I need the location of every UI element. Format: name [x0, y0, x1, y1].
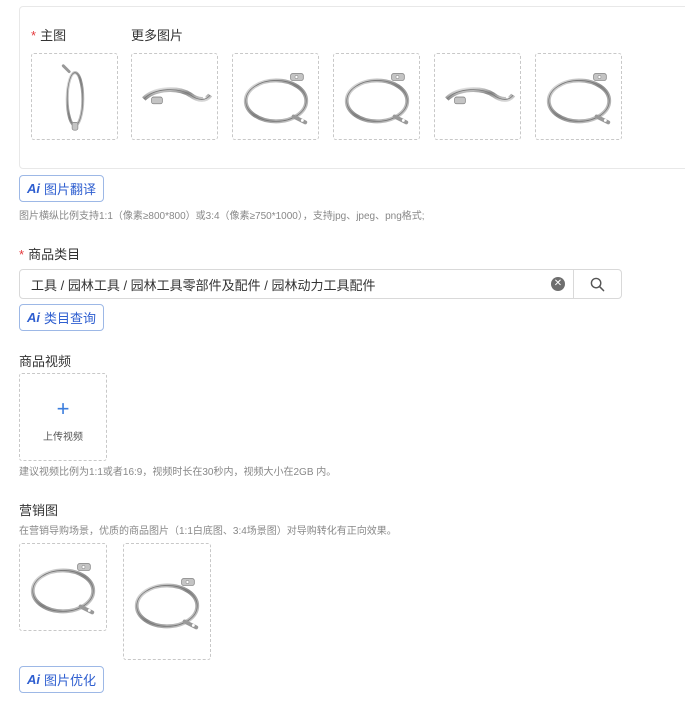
clear-icon[interactable]: ✕ [551, 277, 565, 291]
category-query-button[interactable]: Ai 类目查询 [19, 304, 105, 331]
ai-icon: Ai [27, 672, 40, 687]
ai-icon: Ai [27, 310, 40, 325]
band-clamp-icon [439, 58, 517, 136]
image-hint: 图片横纵比例支持1:1（像素≥800*800）或3:4（像素≥750*1000）… [19, 211, 425, 222]
ring-clamp-icon [128, 563, 206, 641]
more-image-thumb[interactable] [131, 53, 218, 140]
marketing-label: 营销图 [19, 503, 59, 518]
ring-clamp-icon [540, 58, 618, 136]
main-image-thumb[interactable] [31, 53, 118, 140]
more-image-thumb[interactable] [232, 53, 319, 140]
more-image-thumb[interactable] [535, 53, 622, 140]
ring-clamp-icon [24, 548, 102, 626]
search-icon [590, 277, 605, 291]
video-label: 商品视频 [19, 354, 72, 369]
band-clamp-icon [136, 58, 214, 136]
category-value[interactable]: 工具 / 园林工具 / 园林工具零部件及配件 / 园林动力工具配件 [20, 275, 551, 294]
category-label: * 商品类目 [19, 247, 81, 262]
upload-video-label: 上传视频 [43, 431, 83, 443]
more-image-thumb[interactable] [434, 53, 521, 140]
ai-icon: Ai [27, 181, 40, 196]
video-hint: 建议视频比例为1:1或者16:9，视频时长在30秒内，视频大小在2GB 内。 [19, 467, 337, 478]
plus-icon: + [56, 395, 70, 421]
main-image-label: * 主图 [31, 28, 67, 43]
more-image-thumb[interactable] [333, 53, 420, 140]
video-upload-button[interactable]: + 上传视频 [19, 373, 107, 461]
image-translate-button[interactable]: Ai 图片翻译 [19, 175, 105, 202]
category-input[interactable]: 工具 / 园林工具 / 园林工具零部件及配件 / 园林动力工具配件 ✕ [19, 269, 622, 299]
marketing-hint: 在营销导购场景，优质的商品图片（1:1白底图、3:4场景图）对导购转化有正向效果… [19, 526, 397, 537]
ring-clamp-icon [61, 63, 84, 130]
more-images-label: 更多图片 [131, 28, 184, 43]
marketing-portrait-image[interactable] [123, 543, 211, 660]
ring-clamp-icon [237, 58, 315, 136]
marketing-square-image[interactable] [19, 543, 107, 631]
ring-clamp-icon [338, 58, 416, 136]
image-optimize-button[interactable]: Ai 图片优化 [19, 666, 105, 693]
category-search-button[interactable] [573, 270, 621, 298]
